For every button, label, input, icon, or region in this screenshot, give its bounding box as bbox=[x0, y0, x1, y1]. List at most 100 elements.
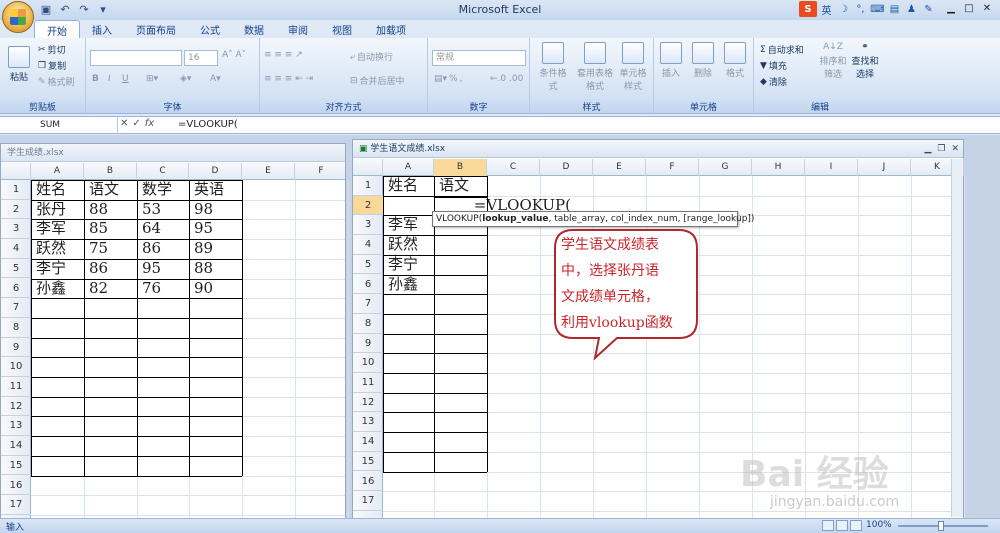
ribbon-tab[interactable]: 数据 bbox=[232, 20, 276, 38]
row-header[interactable]: 7 bbox=[1, 298, 31, 318]
sheet-cell[interactable]: 95 bbox=[189, 219, 242, 238]
row-header[interactable]: 12 bbox=[1, 397, 31, 417]
ribbon-tab[interactable]: 页面布局 bbox=[124, 20, 188, 38]
customize-qat-icon[interactable]: ▾ bbox=[95, 2, 111, 17]
sheet-cell[interactable]: 李宁 bbox=[383, 255, 434, 274]
sheet-cell[interactable]: 李宁 bbox=[31, 259, 84, 278]
row-header[interactable]: 5 bbox=[353, 255, 383, 275]
cell-style-button[interactable]: 单元格样式 bbox=[616, 42, 650, 92]
minimize-icon[interactable]: ▁ bbox=[924, 140, 931, 158]
sheet-cell[interactable]: 53 bbox=[137, 200, 189, 219]
row-header[interactable]: 15 bbox=[1, 456, 31, 476]
ribbon-tab[interactable]: 公式 bbox=[188, 20, 232, 38]
column-header[interactable]: E bbox=[242, 163, 295, 180]
clear-button[interactable]: ◆ 清除 bbox=[760, 75, 787, 89]
row-header[interactable]: 2 bbox=[353, 195, 383, 216]
align-top-button[interactable]: ≡ ≡ ≡ ↗ bbox=[264, 50, 303, 60]
sheet-cell[interactable]: 89 bbox=[189, 239, 242, 258]
row-header[interactable]: 7 bbox=[353, 294, 383, 314]
sheet-cell[interactable]: 孙鑫 bbox=[31, 279, 84, 298]
row-header[interactable]: 13 bbox=[353, 412, 383, 433]
grow-font-button[interactable]: A˄ A˅ bbox=[222, 50, 246, 60]
sheet-cell[interactable]: 跃然 bbox=[383, 235, 434, 254]
row-header[interactable]: 14 bbox=[1, 436, 31, 456]
column-header[interactable]: B bbox=[434, 159, 487, 176]
sheet-cell[interactable]: 英语 bbox=[189, 180, 242, 199]
font-color-button[interactable]: A▾ bbox=[210, 74, 221, 84]
row-header[interactable]: 14 bbox=[353, 432, 383, 452]
column-header[interactable]: H bbox=[752, 159, 805, 176]
column-header[interactable]: D bbox=[189, 163, 242, 180]
column-header[interactable]: I bbox=[805, 159, 858, 176]
ribbon-tab[interactable]: 开始 bbox=[34, 20, 80, 38]
moon-icon[interactable]: ☽ bbox=[836, 1, 851, 17]
sheet-cell[interactable]: 跃然 bbox=[31, 239, 84, 258]
user-icon[interactable]: ♟ bbox=[904, 1, 919, 17]
undo-icon[interactable]: ↶ bbox=[57, 2, 73, 17]
bold-button[interactable]: B bbox=[92, 74, 99, 84]
office-button[interactable] bbox=[2, 1, 34, 33]
sogou-icon[interactable]: S bbox=[799, 1, 817, 17]
tools-icon[interactable]: ✎ bbox=[921, 1, 936, 17]
sheet-cell[interactable]: 张丹 bbox=[31, 200, 84, 219]
redo-icon[interactable]: ↷ bbox=[76, 2, 92, 17]
row-header[interactable]: 8 bbox=[353, 314, 383, 334]
row-header[interactable]: 4 bbox=[353, 235, 383, 255]
conditional-format-button[interactable]: 条件格式 bbox=[536, 42, 570, 92]
row-header[interactable]: 3 bbox=[353, 215, 383, 236]
ribbon-tab[interactable]: 审阅 bbox=[276, 20, 320, 38]
save-icon[interactable]: ▣ bbox=[38, 2, 54, 17]
column-header[interactable]: B bbox=[84, 163, 137, 180]
skin-icon[interactable]: ▤ bbox=[887, 1, 902, 17]
close-icon[interactable]: ✕ bbox=[978, 0, 996, 16]
merge-center-button[interactable]: ⊟ 合并后居中 bbox=[350, 74, 405, 88]
sheet-cell[interactable]: 64 bbox=[137, 219, 189, 238]
sheet-cell[interactable]: 李军 bbox=[31, 219, 84, 238]
select-all-corner[interactable] bbox=[1, 163, 31, 180]
row-header[interactable]: 17 bbox=[1, 495, 31, 515]
normal-view-icon[interactable] bbox=[822, 520, 834, 531]
ribbon-tab[interactable]: 视图 bbox=[320, 20, 364, 38]
decimal-button[interactable]: ←.0 .00 bbox=[490, 74, 523, 84]
row-header[interactable]: 9 bbox=[1, 338, 31, 358]
keyboard-icon[interactable]: ⌨ bbox=[870, 1, 885, 17]
column-header[interactable]: G bbox=[699, 159, 752, 176]
row-header[interactable]: 1 bbox=[1, 180, 31, 200]
zoom-slider-knob[interactable] bbox=[938, 521, 944, 531]
sheet-cell[interactable]: 88 bbox=[84, 200, 137, 219]
row-header[interactable]: 12 bbox=[353, 393, 383, 413]
sheet-cell[interactable]: 姓名 bbox=[383, 176, 434, 195]
copy-button[interactable]: ❐ 复制 bbox=[38, 59, 66, 73]
column-header[interactable]: J bbox=[858, 159, 911, 176]
sheet-cell[interactable]: 语文 bbox=[434, 176, 487, 195]
insert-cell-button[interactable]: 插入 bbox=[660, 42, 682, 79]
align-left-button[interactable]: ≡ ≡ ≡ ⇤ ⇥ bbox=[264, 74, 313, 84]
fill-button[interactable]: ▼ 填充 bbox=[760, 59, 787, 73]
sort-filter-button[interactable]: A↓Z 排序和筛选 bbox=[818, 42, 848, 80]
format-cell-button[interactable]: 格式 bbox=[724, 42, 746, 79]
vertical-scrollbar[interactable] bbox=[951, 159, 963, 517]
ribbon-tab[interactable]: 加载项 bbox=[364, 20, 418, 38]
table-format-button[interactable]: 套用表格格式 bbox=[576, 42, 614, 92]
column-header[interactable]: C bbox=[487, 159, 540, 176]
row-header[interactable]: 2 bbox=[1, 200, 31, 220]
zoom-level[interactable]: 100% bbox=[866, 520, 892, 530]
column-header[interactable]: C bbox=[137, 163, 189, 180]
column-header[interactable]: D bbox=[540, 159, 593, 176]
row-header[interactable]: 3 bbox=[1, 219, 31, 240]
row-header[interactable]: 16 bbox=[1, 476, 31, 496]
delete-cell-button[interactable]: 删除 bbox=[692, 42, 714, 79]
sheet-cell[interactable]: 76 bbox=[137, 279, 189, 298]
sheet-cell[interactable]: 98 bbox=[189, 200, 242, 219]
format-painter-button[interactable]: ✎ 格式刷 bbox=[38, 75, 75, 89]
sheet-cell[interactable]: 88 bbox=[189, 259, 242, 278]
select-all-corner[interactable] bbox=[353, 159, 383, 176]
row-header[interactable]: 5 bbox=[1, 259, 31, 279]
row-header[interactable]: 6 bbox=[1, 279, 31, 299]
fx-icon[interactable]: fx bbox=[145, 118, 154, 129]
paste-button[interactable]: 粘贴 bbox=[8, 46, 30, 83]
close-icon[interactable]: ✕ bbox=[951, 140, 959, 158]
column-header[interactable]: A bbox=[31, 163, 84, 180]
fill-color-button[interactable]: ◈▾ bbox=[180, 74, 191, 84]
column-header[interactable]: E bbox=[593, 159, 646, 176]
